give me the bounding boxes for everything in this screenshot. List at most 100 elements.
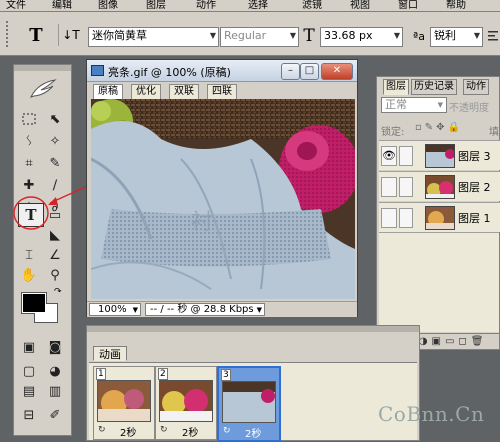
quick-mask-off-icon[interactable]: ▣ [18,337,40,357]
align-left-icon[interactable] [486,26,500,46]
delete-layer-icon[interactable]: 🗑 [471,336,484,347]
animation-panel: 动画 1 ↻ 2秒 2 ↻ 2秒 3 ↻ 2秒 [86,325,420,442]
menu-select[interactable]: 选择 [248,0,268,11]
magic-wand-tool-icon[interactable]: ✧ [44,131,66,151]
antialias-value: 锐利 [434,29,456,42]
edit-in-imageready-icon[interactable]: ✐ [44,405,66,425]
opacity-label: 不透明度 [449,103,489,114]
marquee-tool-icon[interactable] [18,109,40,129]
animation-frame[interactable]: 1 ↻ 2秒 [93,366,155,440]
frame-number: 2 [158,368,168,380]
new-layer-icon[interactable]: ◻ [458,336,466,347]
text-tool-preset-icon[interactable]: T [24,24,48,46]
document-title-bar[interactable]: 亮条.gif @ 100% (原稿) – □ ✕ [87,60,357,82]
chevron-down-icon: ▼ [473,31,480,40]
layer-adjustment-icon[interactable]: ◑ [419,336,428,347]
text-orientation-icon[interactable]: ↓T [58,24,83,46]
chevron-down-icon: ▼ [393,31,400,40]
hand-tool-icon[interactable]: ✋ [18,265,40,285]
antialias-select[interactable]: 锐利 ▼ [430,27,483,47]
swap-colors-icon[interactable]: ↷ [54,287,64,297]
tab-optimized[interactable]: 优化 [131,84,161,100]
tab-animation[interactable]: 动画 [93,346,127,361]
menu-action[interactable]: 动作 [196,0,216,11]
chevron-down-icon: ▼ [289,31,296,40]
frame-disposal-icon[interactable]: ↻ [98,425,106,435]
move-tool-icon[interactable]: ⬉ [44,109,66,129]
font-style-select[interactable]: Regular ▼ [220,27,299,47]
layer-mask-icon[interactable]: ▣ [432,336,441,347]
frame-delay[interactable]: 2秒 [120,424,136,439]
blend-mode-select[interactable]: 正常 ▼ [381,97,447,113]
layer-link-box[interactable] [399,208,413,228]
menu-edit[interactable]: 编辑 [52,0,72,11]
layer-row[interactable]: 👁 图层 3 [379,140,500,170]
visibility-box[interactable] [381,208,397,228]
jump-to-imageready-icon[interactable]: ◕ [44,361,66,381]
font-family-select[interactable]: 迷你简黄草 ▼ [88,27,219,47]
animation-frame[interactable]: 3 ↻ 2秒 [217,366,281,442]
tab-actions[interactable]: 动作 [463,79,489,95]
annotation-arrow-icon [13,184,91,230]
frame-disposal-icon[interactable]: ↻ [223,426,231,436]
tab-2-up[interactable]: 双联 [169,84,199,100]
eyedropper-tool-icon[interactable]: ⌶ [18,245,40,265]
menu-view[interactable]: 视图 [350,0,370,11]
tab-history[interactable]: 历史记录 [411,79,457,95]
layers-empty-area [379,232,499,332]
download-time-select[interactable]: -- / -- 秒 @ 28.8 Kbps ▼ [145,303,265,316]
layer-row[interactable]: 图层 2 [379,171,500,201]
layer-link-box[interactable] [399,177,413,197]
foreground-color-front[interactable] [22,293,46,313]
toolbox-grip[interactable] [14,65,71,71]
zoom-select[interactable]: 100% ▼ [89,303,141,316]
menu-help[interactable]: 帮助 [446,0,466,11]
menu-filter[interactable]: 滤镜 [302,0,322,11]
layer-name: 图层 3 [458,150,491,163]
document-status-bar: 100% ▼ -- / -- 秒 @ 28.8 Kbps ▼ [87,301,357,317]
frame-delay[interactable]: 2秒 [182,424,198,439]
chevron-down-icon: ▼ [256,306,262,314]
antialias-icon: ªa [413,29,425,43]
fill-label: 填 [489,127,499,138]
menu-image[interactable]: 图像 [98,0,118,11]
tab-4-up[interactable]: 四联 [207,84,237,100]
feather-logo-icon[interactable] [28,77,58,99]
layer-row[interactable]: 图层 1 [379,202,500,232]
new-group-icon[interactable]: ▭ [445,336,454,347]
document-canvas[interactable]: 衬 [91,99,355,299]
layers-panel: 图层 历史记录 动作 正常 ▼ 不透明度 锁定: ▫✎✥🔒 填 👁 图层 3 图… [376,76,500,350]
toolbox: ⬉ ᛊ ✧ ⌗ ✎ ✚ ∕ ⊥ ∂ T ▭ ◣ ⌶ ∠ ✋ ⚲ ↷ ▣ ◙ ▢ … [13,64,72,436]
frame-delay[interactable]: 2秒 [245,425,261,440]
options-grip[interactable] [6,21,18,47]
menu-layer[interactable]: 图层 [146,0,166,11]
preview-document-icon[interactable]: ⊟ [18,405,40,425]
pen-tool-icon[interactable]: ∠ [44,245,66,265]
eye-icon[interactable]: 👁 [381,146,397,166]
menu-file[interactable]: 文件 [6,0,26,11]
zoom-tool-icon[interactable]: ⚲ [44,265,66,285]
frame-thumbnail [159,380,213,422]
minimize-button[interactable]: – [281,63,300,80]
lasso-tool-icon[interactable]: ᛊ [18,131,40,151]
chevron-down-icon: ▼ [437,101,443,109]
font-style-value: Regular [224,29,267,42]
layer-thumbnail [425,144,455,168]
maximize-button[interactable]: □ [300,63,319,80]
animation-frame[interactable]: 2 ↻ 2秒 [155,366,217,440]
tab-layers[interactable]: 图层 [383,79,409,95]
full-screen-menu-mode-icon[interactable]: ▤ [18,381,40,401]
towel-photo: 衬 [91,99,355,299]
quick-mask-on-icon[interactable]: ◙ [44,337,66,357]
standard-screen-mode-icon[interactable]: ▢ [18,361,40,381]
font-size-select[interactable]: 33.68 px ▼ [320,27,403,47]
tab-original[interactable]: 原稿 [93,84,123,100]
visibility-box[interactable] [381,177,397,197]
animation-panel-grip[interactable] [87,326,419,332]
menu-window[interactable]: 窗口 [398,0,418,11]
full-screen-mode-icon[interactable]: ▥ [44,381,66,401]
frame-disposal-icon[interactable]: ↻ [160,425,168,435]
layer-link-box[interactable] [399,146,413,166]
close-button[interactable]: ✕ [321,63,353,80]
lock-icons[interactable]: ▫✎✥🔒 [415,122,463,133]
